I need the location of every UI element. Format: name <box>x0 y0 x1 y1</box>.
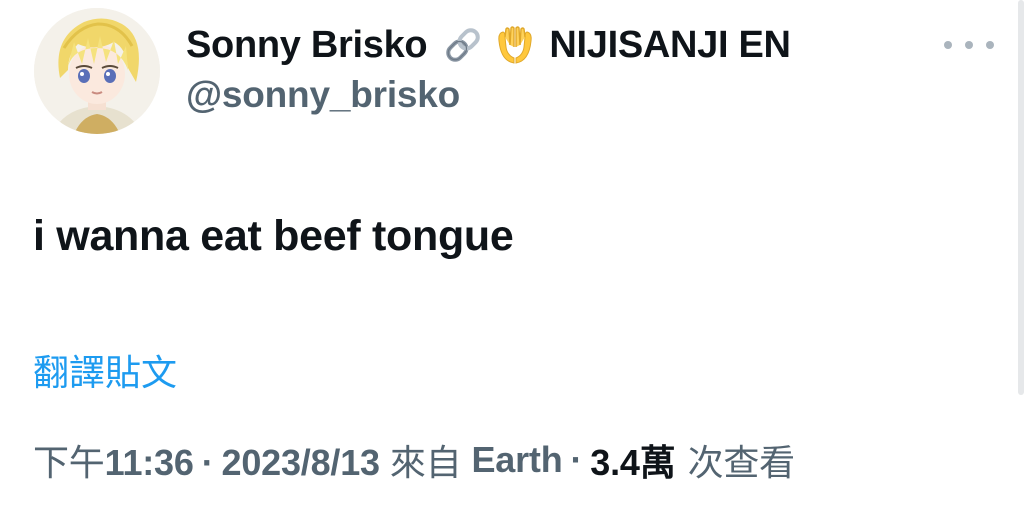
views-label: 次查看 <box>687 443 796 484</box>
more-dot-icon <box>965 41 973 49</box>
translate-post-link[interactable]: 翻譯貼文 <box>33 344 177 396</box>
tweet-detail: Sonny Brisko NIJISANJI EN @sonny_brisko … <box>0 0 1024 520</box>
palms-up-together-emoji-icon <box>495 25 535 65</box>
scrollbar[interactable] <box>1018 0 1024 395</box>
meta-separator: · <box>201 442 214 483</box>
author-display-name[interactable]: Sonny Brisko <box>186 24 428 67</box>
views-number: 3.4 <box>590 442 640 483</box>
tweet-text: i wanna eat beef tongue <box>33 212 514 260</box>
source-value[interactable]: Earth <box>471 439 562 481</box>
more-options-button[interactable] <box>944 30 994 60</box>
date-value: 2023/8/13 <box>221 442 381 483</box>
link-emoji-icon <box>443 25 483 65</box>
author-handle[interactable]: @sonny_brisko <box>186 74 460 116</box>
more-dot-icon <box>986 41 994 49</box>
avatar-illustration <box>34 8 160 134</box>
tweet-meta: 下午11:36 · 2023/8/13 來自 Earth · 3.4萬 次查看 <box>33 434 795 486</box>
from-label: 來自 <box>389 443 462 484</box>
meta-separator: · <box>570 439 583 480</box>
views-count: 3.4萬 <box>590 434 675 486</box>
more-dot-icon <box>944 41 952 49</box>
time-value: 11:36 <box>104 442 194 483</box>
author-name-suffix[interactable]: NIJISANJI EN <box>549 24 791 67</box>
views-unit: 萬 <box>639 443 676 484</box>
time-prefix: 下午 <box>33 443 105 484</box>
author-name-row[interactable]: Sonny Brisko NIJISANJI EN <box>186 20 791 70</box>
avatar[interactable] <box>34 8 160 134</box>
tweet-timestamp[interactable]: 下午11:36 · 2023/8/13 <box>33 434 380 486</box>
